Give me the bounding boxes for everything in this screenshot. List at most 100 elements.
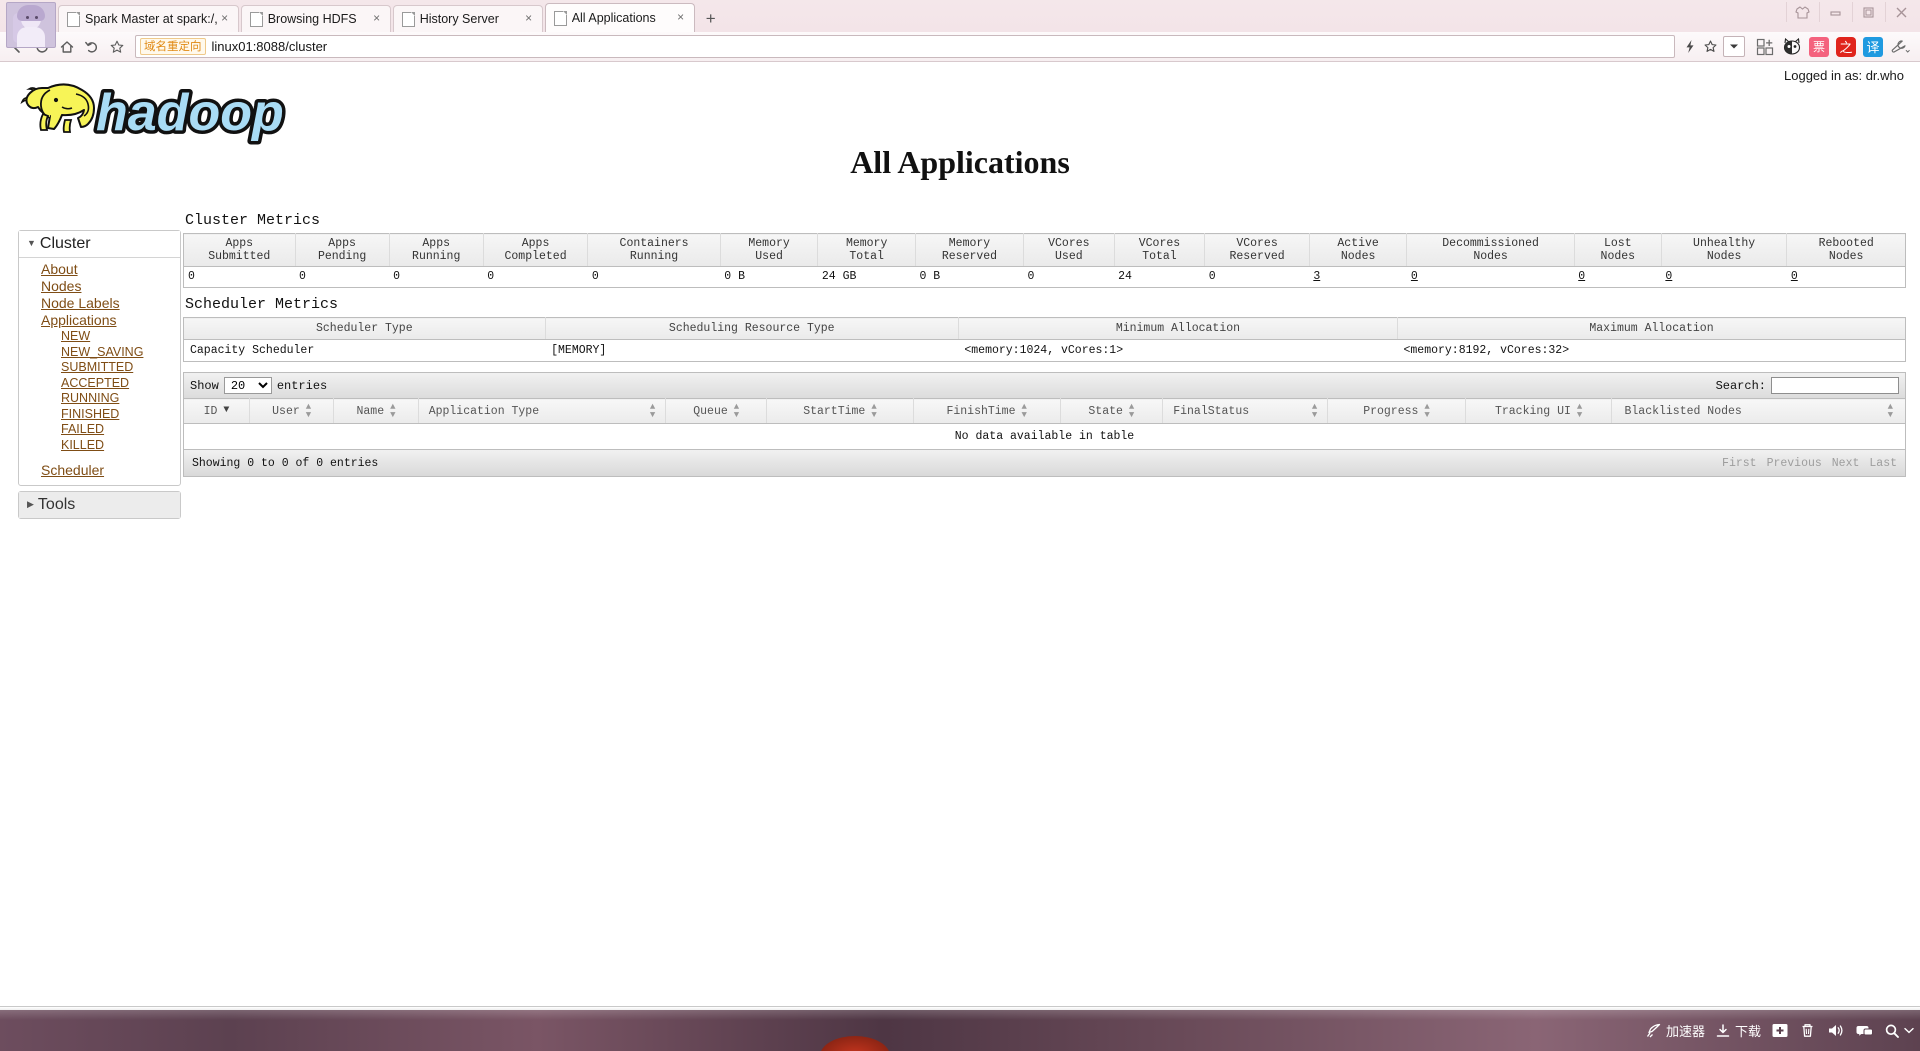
- cat-icon[interactable]: [1782, 37, 1802, 57]
- bookmark-star-icon[interactable]: [104, 35, 129, 59]
- col-memory-total: Memory Total: [817, 233, 916, 267]
- sidebar-item-new[interactable]: NEW: [19, 329, 180, 345]
- val-scheduling-resource-type: [MEMORY]: [551, 344, 607, 357]
- col-line1: Decommissioned: [1442, 237, 1539, 250]
- col-blacklisted-nodes[interactable]: Blacklisted Nodes ▲ ▼: [1611, 398, 1906, 424]
- pagination-next[interactable]: Next: [1832, 457, 1860, 470]
- col-line1: Apps: [225, 237, 254, 250]
- scheduler-metrics-row: Capacity Scheduler [MEMORY] <memory:1024…: [184, 340, 1906, 362]
- col-line2: Nodes: [1600, 250, 1636, 263]
- address-bar[interactable]: 域名重定向 linux01:8088/cluster: [135, 35, 1675, 58]
- hadoop-logo[interactable]: hadoop hadoop: [10, 74, 310, 146]
- tab-close-icon[interactable]: ×: [218, 12, 232, 26]
- redirect-badge: 域名重定向: [140, 38, 206, 55]
- pagination-last[interactable]: Last: [1869, 457, 1897, 470]
- chat-bubble-icon[interactable]: [1855, 1023, 1874, 1039]
- entries-label: entries: [276, 378, 328, 393]
- skin-shirt-icon[interactable]: [1786, 2, 1817, 22]
- col-label: Tracking UI: [1494, 404, 1571, 418]
- maximize-button[interactable]: [1852, 2, 1883, 22]
- col-line2: Total: [849, 250, 884, 263]
- minimize-button[interactable]: [1819, 2, 1850, 22]
- unhealthy-nodes-link[interactable]: 0: [1665, 270, 1672, 283]
- sidebar-item-submitted[interactable]: SUBMITTED: [19, 360, 180, 376]
- sidebar-item-about[interactable]: About: [19, 261, 180, 278]
- caret-down-icon: ▼: [27, 238, 36, 248]
- page-length-select[interactable]: 20 40 60 80 100: [223, 377, 272, 394]
- translate-icon[interactable]: 译: [1863, 36, 1883, 57]
- cluster-metrics-table: Apps Submitted Apps Pending Apps Running Ap…: [183, 233, 1906, 288]
- browser-tab[interactable]: Spark Master at spark:/, ×: [58, 5, 239, 32]
- page-icon: [401, 11, 415, 27]
- browser-avatar-icon[interactable]: [6, 2, 56, 48]
- trash-icon[interactable]: [1799, 1022, 1816, 1039]
- col-id[interactable]: ID ▼: [183, 398, 250, 424]
- col-state[interactable]: State ▲ ▼: [1060, 398, 1164, 424]
- caret-right-icon: ▶: [27, 499, 34, 509]
- pagination-previous[interactable]: Previous: [1767, 457, 1822, 470]
- search-input[interactable]: [1771, 377, 1899, 394]
- applications-footer: Showing 0 to 0 of 0 entries First Previo…: [183, 450, 1906, 477]
- val-memory-reserved: 0 B: [919, 270, 941, 283]
- volume-icon[interactable]: [1826, 1022, 1845, 1039]
- download-item[interactable]: 下载: [1715, 1021, 1761, 1040]
- pagination-first[interactable]: First: [1722, 457, 1757, 470]
- col-line1: VCores: [1048, 237, 1090, 250]
- col-line1: Active: [1337, 237, 1379, 250]
- tools-wrench-icon[interactable]: [1890, 37, 1910, 57]
- accelerator-item[interactable]: 加速器: [1645, 1021, 1705, 1040]
- col-finishtime[interactable]: FinishTime ▲ ▼: [913, 398, 1061, 424]
- col-line1: Unhealthy: [1693, 237, 1756, 250]
- col-line1: VCores: [1138, 237, 1181, 250]
- add-plus-box-icon[interactable]: [1771, 1022, 1789, 1039]
- col-user[interactable]: User ▲ ▼: [249, 398, 335, 424]
- sidebar-item-failed[interactable]: FAILED: [19, 422, 180, 438]
- sort-both-icon: ▲ ▼: [649, 402, 656, 420]
- lost-nodes-link[interactable]: 0: [1578, 270, 1585, 283]
- sidebar-item-nodes[interactable]: Nodes: [19, 278, 180, 295]
- cluster-metrics-header-row: Apps Submitted Apps Pending Apps Running Ap…: [183, 233, 1906, 267]
- sidebar-item-node-labels[interactable]: Node Labels: [19, 295, 180, 312]
- browser-tab[interactable]: History Server ×: [392, 5, 543, 32]
- browser-tab[interactable]: Browsing HDFS ×: [240, 5, 391, 32]
- undo-history-icon[interactable]: [79, 35, 104, 59]
- tab-close-icon[interactable]: ×: [370, 12, 384, 26]
- lightning-icon[interactable]: [1681, 38, 1698, 56]
- col-starttime[interactable]: StartTime ▲ ▼: [766, 398, 914, 424]
- sidebar-item-finished[interactable]: FINISHED: [19, 407, 180, 423]
- col-name[interactable]: Name ▲ ▼: [333, 398, 419, 424]
- active-nodes-link[interactable]: 3: [1313, 270, 1320, 283]
- sidebar-item-running[interactable]: RUNNING: [19, 391, 180, 407]
- col-queue[interactable]: Queue ▲ ▼: [665, 398, 768, 424]
- col-scheduling-resource-type: Scheduling Resource Type: [545, 317, 959, 340]
- decommissioned-nodes-link[interactable]: 0: [1411, 270, 1418, 283]
- col-progress[interactable]: Progress ▲ ▼: [1327, 398, 1466, 424]
- close-window-button[interactable]: [1885, 2, 1916, 22]
- col-application-type[interactable]: Application Type ▲ ▼: [418, 398, 667, 424]
- sidebar-item-applications[interactable]: Applications: [19, 312, 180, 329]
- sidebar-cluster-header[interactable]: ▼ Cluster: [19, 231, 180, 258]
- sidebar-item-scheduler[interactable]: Scheduler: [19, 462, 180, 479]
- sort-both-icon: ▲ ▼: [871, 402, 877, 420]
- tab-close-icon[interactable]: ×: [522, 12, 536, 26]
- sidebar-item-killed[interactable]: KILLED: [19, 438, 180, 454]
- browser-tab-active[interactable]: All Applications ×: [544, 3, 695, 32]
- rebooted-nodes-link[interactable]: 0: [1791, 270, 1798, 283]
- search-tray-item[interactable]: [1884, 1023, 1914, 1039]
- apps-grid-icon[interactable]: [1755, 37, 1775, 57]
- tab-title: History Server: [419, 12, 499, 26]
- new-tab-button[interactable]: +: [699, 8, 723, 32]
- col-tracking-ui[interactable]: Tracking UI ▲ ▼: [1465, 398, 1613, 424]
- coupon-icon[interactable]: 之: [1836, 36, 1856, 57]
- ticket-icon[interactable]: 票: [1809, 36, 1829, 57]
- chevron-down-icon[interactable]: [1723, 36, 1745, 57]
- sidebar-item-accepted[interactable]: ACCEPTED: [19, 376, 180, 392]
- sidebar-item-new-saving[interactable]: NEW_SAVING: [19, 345, 180, 361]
- sidebar-tools-header[interactable]: ▶ Tools: [19, 492, 180, 518]
- tab-close-icon[interactable]: ×: [674, 11, 688, 25]
- favorite-star-icon[interactable]: [1702, 38, 1719, 56]
- col-finalstatus[interactable]: FinalStatus ▲ ▼: [1162, 398, 1329, 424]
- home-icon[interactable]: [54, 35, 79, 59]
- col-maximum-allocation: Maximum Allocation: [1397, 317, 1906, 340]
- col-lost-nodes: Lost Nodes: [1574, 233, 1662, 267]
